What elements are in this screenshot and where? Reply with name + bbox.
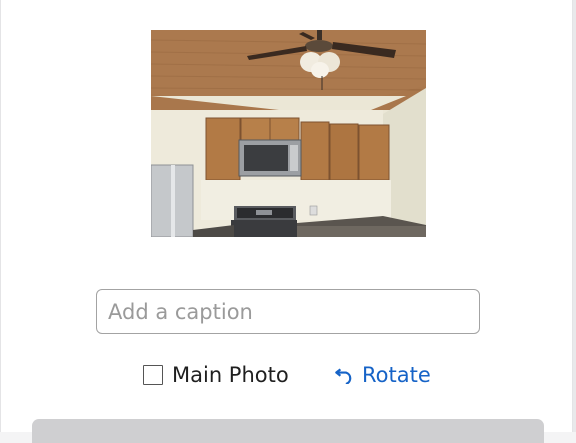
bottom-action-bar[interactable] xyxy=(32,419,544,443)
rotate-button[interactable]: Rotate xyxy=(334,361,431,389)
caption-input[interactable] xyxy=(96,289,480,334)
checkbox-box[interactable] xyxy=(143,365,163,385)
kitchen-photo-image xyxy=(151,30,426,237)
main-photo-label: Main Photo xyxy=(172,363,289,387)
photo-preview[interactable] xyxy=(151,30,426,237)
main-photo-checkbox[interactable]: Main Photo xyxy=(143,361,289,389)
photo-edit-card: Main Photo Rotate xyxy=(0,0,573,443)
rotate-label: Rotate xyxy=(362,363,431,387)
rotate-left-icon xyxy=(335,368,352,384)
